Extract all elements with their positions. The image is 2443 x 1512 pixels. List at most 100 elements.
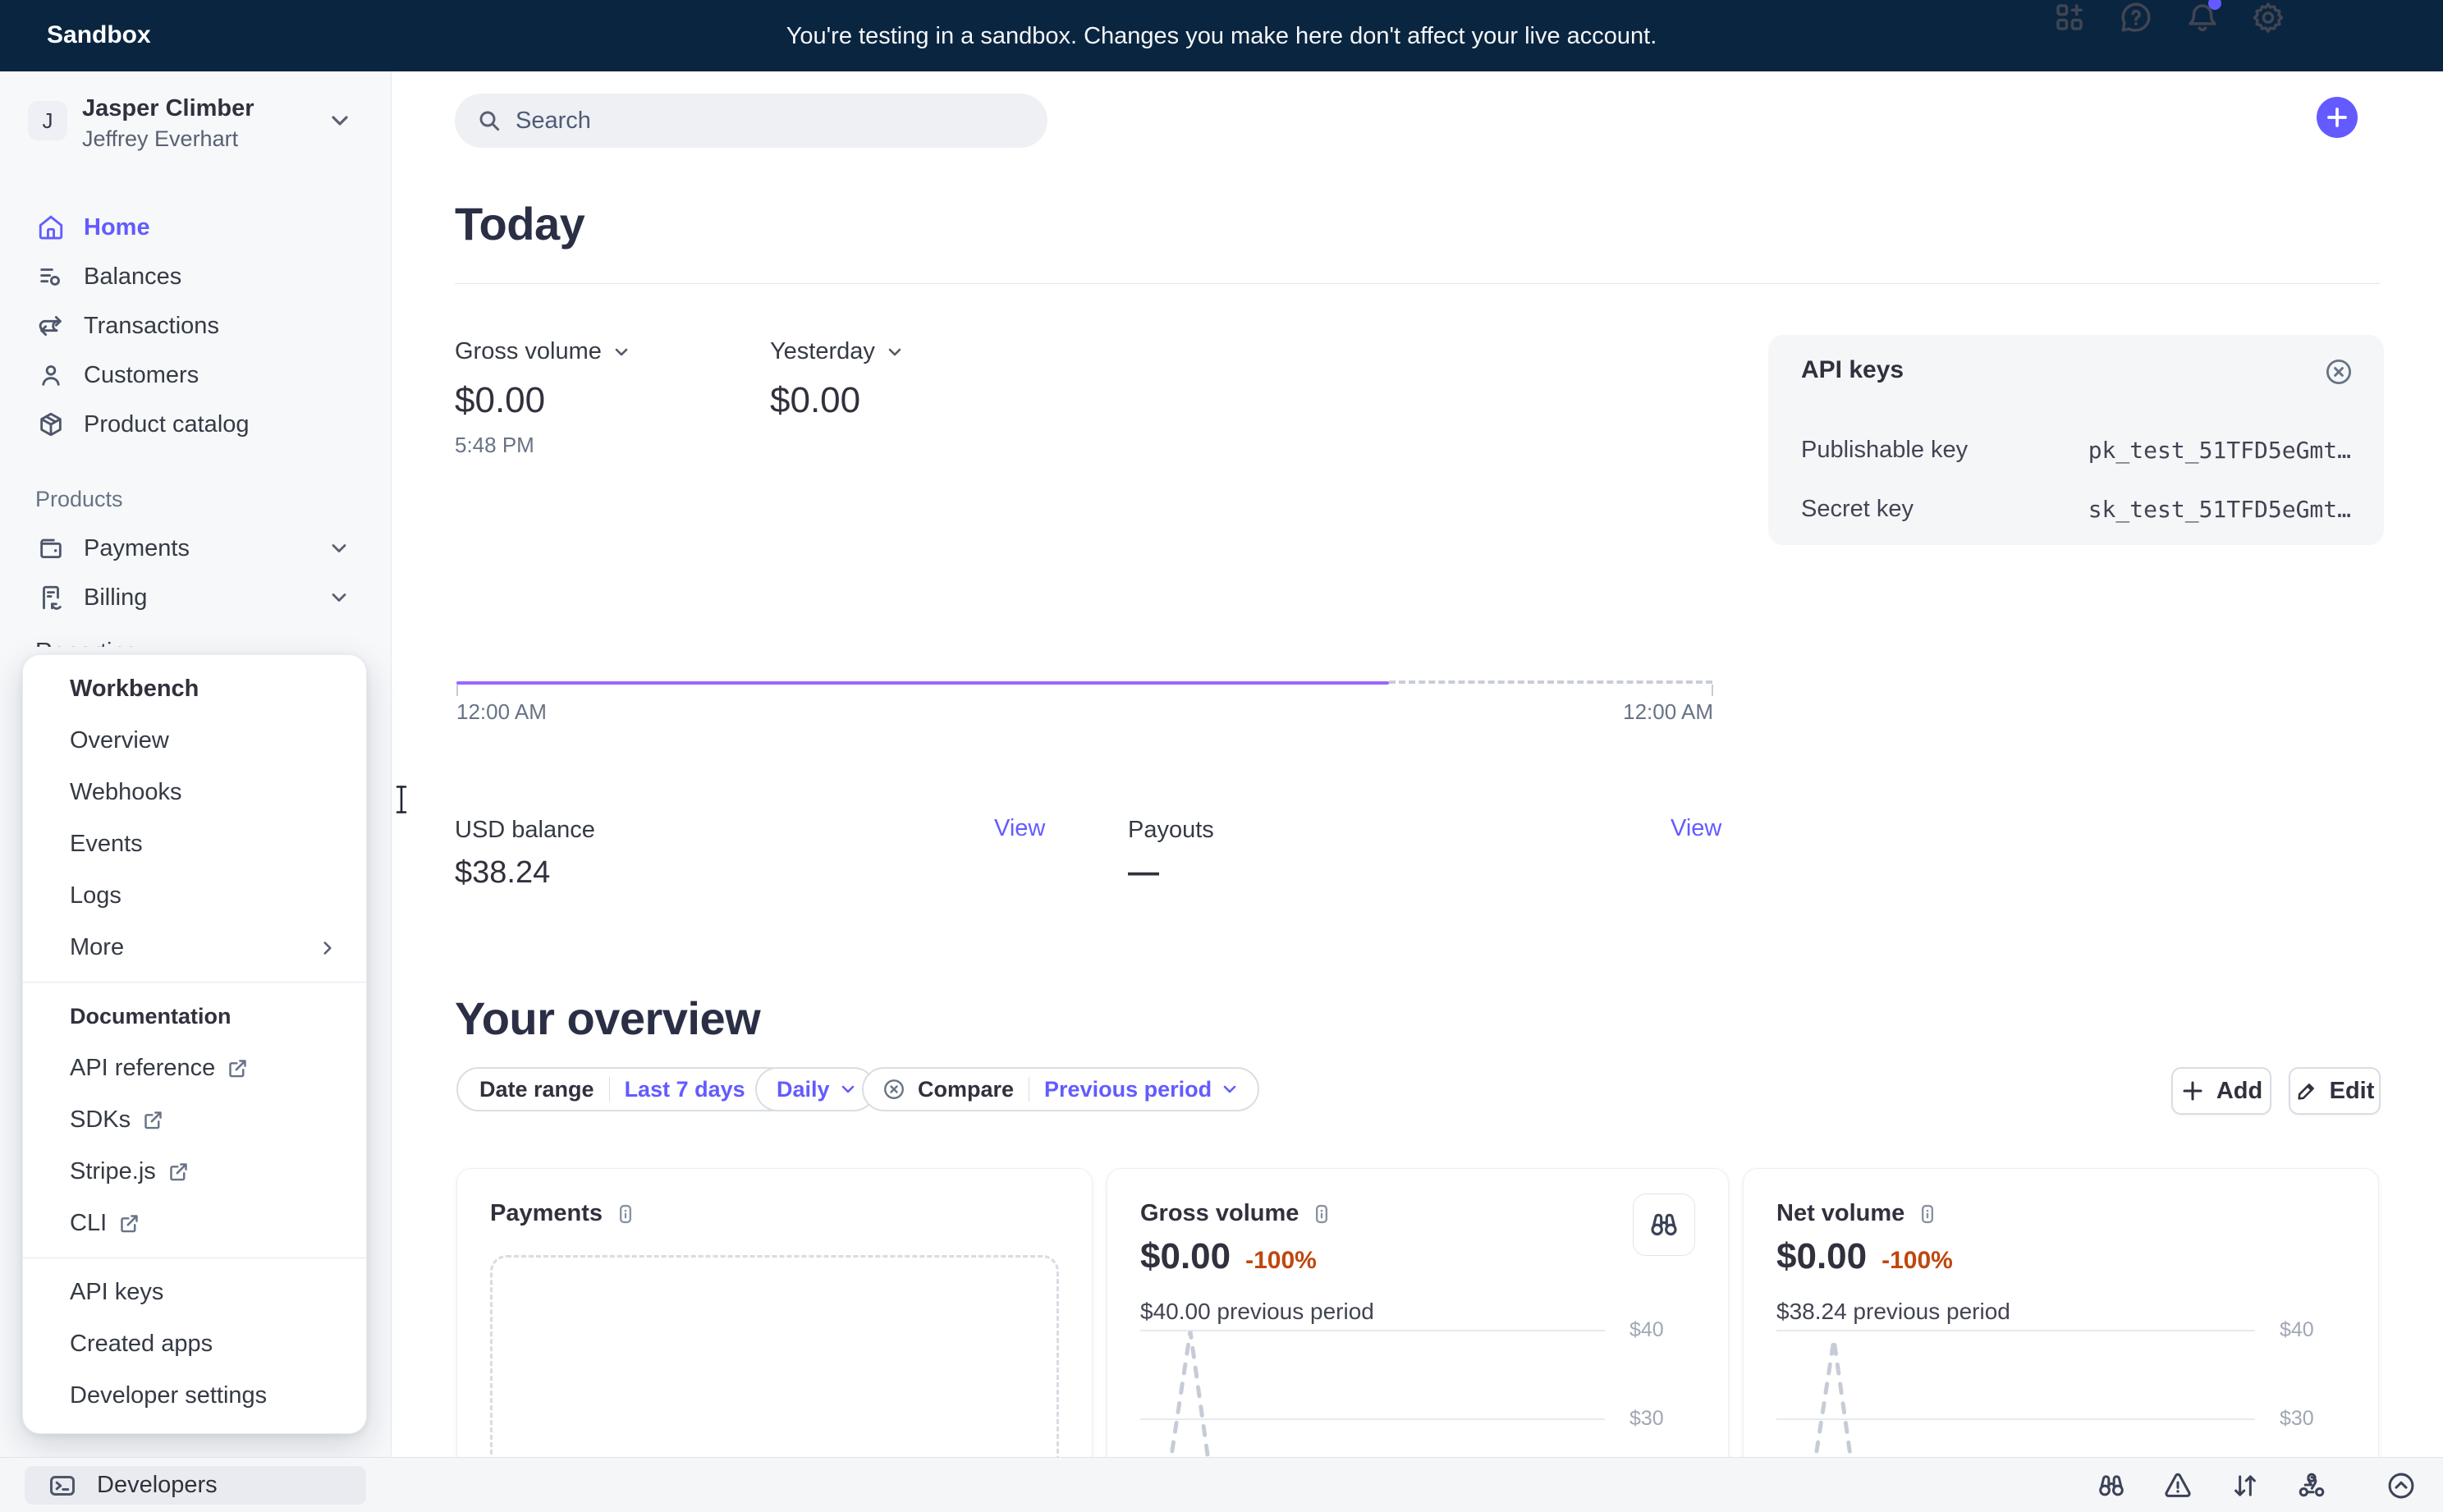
ytick-40: $40 [1629,1318,1687,1342]
filter-value: Previous period [1044,1077,1212,1102]
menu-item-cli[interactable]: CLI [23,1198,366,1249]
warning-icon[interactable] [2162,1470,2193,1501]
menu-item-sdks[interactable]: SDKs [23,1094,366,1146]
secret-key-value[interactable]: sk_test_51TFD5eGmt… [2088,496,2351,523]
interval-filter[interactable]: Daily [755,1067,876,1111]
remove-compare-icon[interactable] [882,1077,906,1102]
scroll-top-icon[interactable] [2386,1470,2417,1501]
help-icon[interactable] [2119,0,2153,34]
chevron-down-icon[interactable] [328,537,351,560]
yesterday-metric: Yesterday $0.00 [770,338,905,421]
sidebar-item-customers[interactable]: Customers [0,351,392,400]
terminal-icon [48,1471,77,1501]
chevron-down-icon [612,342,631,362]
yesterday-label-row[interactable]: Yesterday [770,338,905,365]
menu-header-documentation: Documentation [23,991,366,1042]
date-range-filter[interactable]: Date range Last 7 days [456,1067,793,1111]
account-switcher[interactable]: J Jasper Climber Jeffrey Everhart [0,86,392,176]
products-section-label: Products [0,449,392,524]
menu-item-label: Webhooks [70,779,182,806]
metric-label: Yesterday [770,338,875,365]
filter-value: Daily [777,1077,830,1102]
create-plus-button[interactable] [2317,97,2358,138]
search-bar[interactable] [455,94,1047,148]
menu-item-created-apps[interactable]: Created apps [23,1318,366,1370]
product-catalog-icon [37,410,65,438]
menu-item-label: CLI [70,1210,107,1237]
menu-item-api-keys[interactable]: API keys [23,1267,366,1318]
sort-arrows-icon[interactable] [2230,1470,2261,1501]
usd-balance-view-link[interactable]: View [994,815,1045,842]
account-name: Jasper Climber [82,95,254,122]
compare-filter[interactable]: Compare Previous period [862,1067,1259,1111]
add-button[interactable]: Add [2171,1067,2271,1115]
menu-item-api-reference[interactable]: API reference [23,1042,366,1094]
close-icon[interactable] [2323,356,2354,387]
external-link-icon [227,1057,249,1079]
menu-item-label: API reference [70,1055,215,1082]
webhook-icon[interactable] [2296,1470,2327,1501]
settings-gear-icon[interactable] [2251,0,2285,34]
sidebar-item-home[interactable]: Home [0,203,392,252]
menu-item-webhooks[interactable]: Webhooks [23,767,366,818]
notifications-bell-icon[interactable] [2185,0,2220,34]
info-icon[interactable] [1310,1203,1333,1226]
chevron-down-icon [885,342,905,362]
card-title: Net volume [1776,1200,1904,1227]
account-subtitle: Jeffrey Everhart [82,126,238,152]
chevron-down-icon[interactable] [328,586,351,609]
gross-volume-label-row[interactable]: Gross volume [455,338,631,365]
menu-item-stripejs[interactable]: Stripe.js [23,1146,366,1198]
menu-item-label: Created apps [70,1331,213,1358]
card-value-row: $0.00 -100% [1776,1236,1953,1277]
axis-tick [456,685,458,696]
sidebar-item-label: Billing [84,584,147,612]
card-value: $0.00 [1776,1236,1867,1277]
avatar: J [28,101,67,140]
menu-item-label: Stripe.js [70,1158,156,1185]
menu-item-overview[interactable]: Overview [23,715,366,767]
add-button-label: Add [2216,1078,2262,1105]
payouts-view-link[interactable]: View [1671,815,1721,842]
billing-icon [37,584,65,612]
edit-button-label: Edit [2330,1078,2375,1105]
sidebar-item-label: Transactions [84,313,219,340]
card-title-row: Gross volume [1140,1200,1333,1227]
payouts-value: — [1128,855,1159,891]
sidebar-item-billing[interactable]: Billing [0,573,392,622]
sidebar-item-payments[interactable]: Payments [0,524,392,573]
menu-item-more[interactable]: More [23,922,366,974]
card-previous-period: $38.24 previous period [1776,1299,2010,1325]
plus-icon [2180,1079,2205,1103]
sidebar-item-balances[interactable]: Balances [0,252,392,301]
menu-item-logs[interactable]: Logs [23,870,366,922]
api-keys-title: API keys [1801,356,1904,384]
sidebar-item-label: Customers [84,362,199,389]
developers-button[interactable]: Developers [25,1466,366,1505]
info-icon[interactable] [614,1203,637,1226]
binoculars-icon[interactable] [2096,1470,2127,1501]
menu-item-label: Overview [70,727,169,754]
search-input[interactable] [516,108,1008,135]
menu-item-developer-settings[interactable]: Developer settings [23,1370,366,1422]
ytick-30: $30 [2280,1407,2337,1431]
publishable-key-value[interactable]: pk_test_51TFD5eGmt… [2088,437,2351,464]
info-icon[interactable] [1916,1203,1939,1226]
yesterday-value: $0.00 [770,380,905,421]
menu-divider [23,982,366,983]
timeline-end-label: 12:00 AM [1602,699,1713,725]
menu-item-events[interactable]: Events [23,818,366,870]
edit-button[interactable]: Edit [2289,1067,2381,1115]
sidebar-item-transactions[interactable]: Transactions [0,301,392,351]
external-link-icon [142,1109,164,1131]
chevron-right-icon [317,937,338,959]
menu-header-workbench: Workbench [23,663,366,715]
apps-grid-icon[interactable] [2052,0,2087,34]
chevron-down-icon [1220,1079,1240,1099]
menu-item-label: Events [70,831,143,858]
axis-tick [1712,685,1713,696]
balances-icon [37,263,65,291]
explore-binoculars-button[interactable] [1633,1194,1695,1256]
sidebar-item-product-catalog[interactable]: Product catalog [0,400,392,449]
developers-menu: Workbench Overview Webhooks Events Logs … [22,654,367,1434]
